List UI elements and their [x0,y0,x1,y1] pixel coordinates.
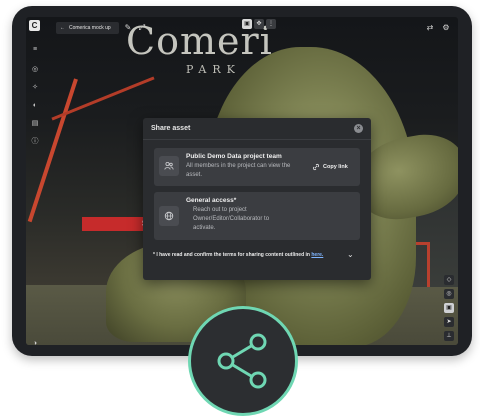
dialog-title: Share asset [151,125,191,132]
terms-link[interactable]: here. [311,252,323,258]
measure-icon[interactable]: ⊥ [444,331,454,341]
left-toolbar: ≡ ◎ ✧ ◐ ▤ ⓘ ◑ [26,39,44,345]
access-description: Reach out to project Owner/Editor/Collab… [193,207,270,231]
team-title: Public Demo Data project team [186,153,282,160]
wrench-icon[interactable]: ✎ [122,22,134,34]
share-badge [188,306,298,416]
app-screen: SINGU Comeri PARK C ← Comerica mock up ✎… [26,17,458,345]
save-icon[interactable]: ▤ [30,119,40,129]
globe-icon [159,206,179,226]
share-icon [217,333,267,389]
swap-icon[interactable]: ⇄ [424,22,436,34]
chevron-down-icon[interactable]: ⌄ [347,250,354,259]
close-button[interactable]: × [354,124,363,133]
copy-link-button[interactable]: Copy link [312,163,348,171]
link-icon [312,163,320,171]
link-icon[interactable]: ⤢ [136,22,148,34]
target-icon[interactable]: ◎ [444,289,454,299]
terms-text: * I have read and confirm the terms for … [153,252,333,258]
stage: SINGU Comeri PARK C ← Comerica mock up ✎… [0,0,480,418]
help-icon[interactable]: ◑ [30,339,40,345]
top-bar: C ← Comerica mock up ✎ ⤢ ▣ ✥ ⋮ ⇄ ⚙ [26,17,458,37]
right-toolbar: ◇ ◎ ▣ ➤ ⊥ ⊡ [442,275,456,345]
copy-link-label: Copy link [323,164,348,170]
pin-icon[interactable]: ✧ [30,83,40,93]
breadcrumb[interactable]: ← Comerica mock up [56,22,119,34]
team-icon [159,156,179,176]
team-description: All members in the project can view the … [186,163,291,178]
team-access-card: Public Demo Data project team All member… [154,148,360,186]
share-asset-dialog: Share asset × Public Demo Data project t… [143,118,371,280]
menu-icon[interactable]: ≡ [30,45,40,55]
breadcrumb-label: Comerica mock up [69,25,111,31]
cursor-icon[interactable]: ➤ [444,317,454,327]
access-title: General access* [186,197,237,204]
view-tools: ▣ ✥ ⋮ [242,19,276,31]
brand-subtext: PARK [186,63,241,76]
cube-icon[interactable]: ▣ [444,303,454,313]
paint-icon[interactable]: ◐ [30,101,40,111]
info-icon[interactable]: ⓘ [30,137,40,147]
dialog-header: Share asset × [143,118,371,140]
app-logo[interactable]: C [29,20,40,31]
select-tool[interactable]: ▣ [242,19,252,29]
move-tool[interactable]: ✥ [254,19,264,29]
tablet-frame: SINGU Comeri PARK C ← Comerica mock up ✎… [12,6,472,356]
terms-label: * I have read and confirm the terms for … [153,252,310,258]
globe-icon[interactable]: ◎ [30,65,40,75]
general-access-card: General access* Reach out to project Own… [154,192,360,240]
more-tool[interactable]: ⋮ [266,19,276,29]
settings-icon[interactable]: ⚙ [440,22,452,34]
layers-icon[interactable]: ◇ [444,275,454,285]
back-arrow-icon[interactable]: ← [60,25,65,31]
